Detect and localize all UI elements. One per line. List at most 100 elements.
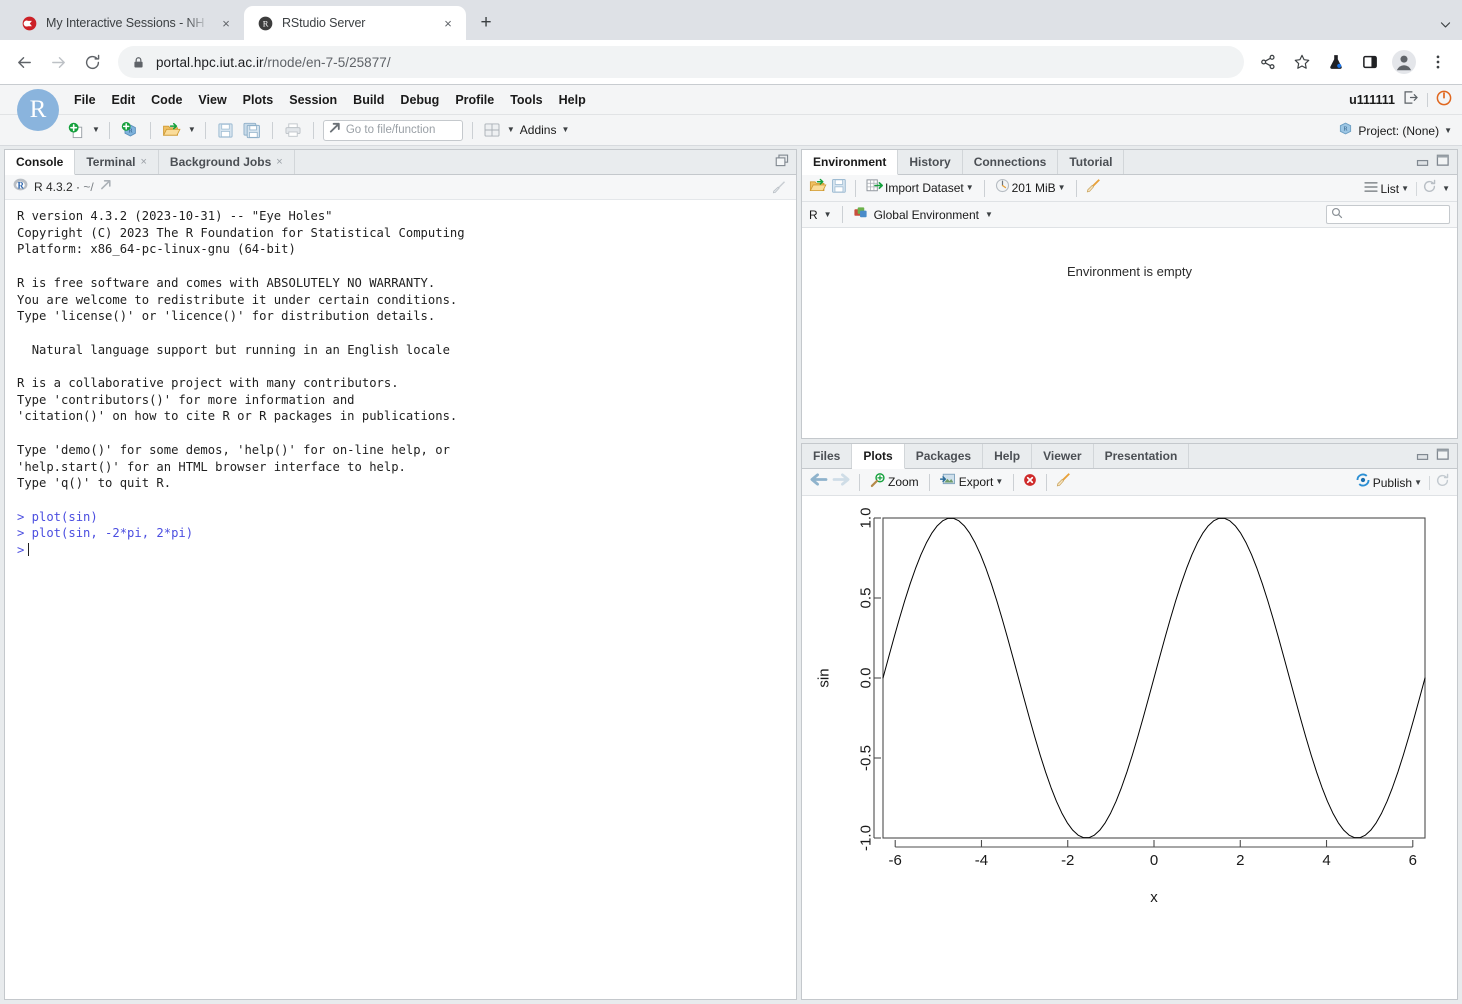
tab-files[interactable]: Files: [802, 444, 853, 468]
restore-pane-icon[interactable]: [775, 154, 789, 172]
save-all-icon[interactable]: [241, 119, 263, 141]
menu-code[interactable]: Code: [143, 85, 190, 115]
chevron-down-icon[interactable]: ▼: [188, 126, 196, 134]
export-button[interactable]: Export ▼: [938, 471, 1006, 493]
print-icon[interactable]: [282, 119, 304, 141]
close-icon[interactable]: ×: [140, 156, 146, 168]
rstudio-icon: R: [257, 15, 273, 31]
save-disk-icon[interactable]: [831, 178, 847, 199]
forward-icon[interactable]: [42, 46, 74, 78]
menu-build[interactable]: Build: [345, 85, 392, 115]
x-axis-label: x: [1150, 889, 1158, 906]
side-panel-icon[interactable]: [1354, 46, 1386, 78]
chevron-down-icon[interactable]: ▼: [985, 210, 993, 219]
menu-help[interactable]: Help: [551, 85, 594, 115]
console-output-line: R is free software and comes with ABSOLU…: [17, 275, 436, 290]
tab-packages[interactable]: Packages: [905, 444, 984, 468]
publish-button[interactable]: Publish ▼: [1353, 472, 1424, 494]
reload-icon[interactable]: [76, 46, 108, 78]
chevron-down-icon[interactable]: ▼: [1414, 478, 1422, 487]
open-file-icon[interactable]: [160, 119, 183, 141]
chevron-down-icon[interactable]: ▼: [824, 210, 832, 219]
broom-clear-icon[interactable]: [771, 179, 787, 200]
labs-beaker-icon[interactable]: [1320, 46, 1352, 78]
power-quit-icon[interactable]: [1436, 90, 1452, 111]
scope-selector-label[interactable]: Global Environment: [874, 208, 979, 222]
chevron-down-icon[interactable]: [1439, 18, 1452, 36]
tab-tutorial[interactable]: Tutorial: [1058, 150, 1125, 174]
maximize-pane-icon[interactable]: [1436, 154, 1450, 172]
chevron-down-icon[interactable]: ▼: [1401, 184, 1409, 193]
back-icon[interactable]: [8, 46, 40, 78]
address-bar[interactable]: portal.hpc.iut.ac.ir/rnode/en-7-5/25877/: [118, 46, 1244, 78]
menu-file[interactable]: File: [66, 85, 104, 115]
tab-plots[interactable]: Plots: [852, 444, 905, 469]
chevron-down-icon[interactable]: ▼: [966, 184, 974, 192]
broom-clear-icon[interactable]: [1085, 177, 1102, 199]
tab-terminal[interactable]: Terminal ×: [75, 150, 159, 174]
tab-label: Help: [994, 449, 1021, 463]
browser-tab-rstudio-server[interactable]: R RStudio Server ×: [244, 6, 466, 40]
new-tab-button[interactable]: +: [472, 9, 500, 37]
refresh-icon[interactable]: [1422, 179, 1437, 199]
console-output[interactable]: R version 4.3.2 (2023-10-31) -- "Eye Hol…: [5, 200, 796, 999]
chevron-down-icon[interactable]: ▼: [1058, 184, 1066, 192]
close-icon[interactable]: ×: [276, 156, 282, 168]
goto-file-function-input[interactable]: Go to file/function: [322, 119, 463, 141]
menu-profile[interactable]: Profile: [447, 85, 502, 115]
menu-debug[interactable]: Debug: [392, 85, 447, 115]
close-icon[interactable]: ×: [440, 15, 456, 31]
profile-avatar-icon[interactable]: [1388, 46, 1420, 78]
arrow-right-icon[interactable]: [832, 472, 851, 492]
tab-connections[interactable]: Connections: [963, 150, 1059, 174]
menu-tools[interactable]: Tools: [502, 85, 550, 115]
zoom-button[interactable]: Zoom: [868, 471, 921, 493]
view-mode-button[interactable]: List ▼: [1362, 178, 1411, 200]
tab-viewer[interactable]: Viewer: [1032, 444, 1094, 468]
browser-menu-icon[interactable]: [1422, 46, 1454, 78]
menu-plots[interactable]: Plots: [235, 85, 282, 115]
import-dataset-button[interactable]: Import Dataset ▼: [864, 177, 976, 199]
addins-label[interactable]: Addins: [520, 123, 557, 137]
y-tick-label: -0.5: [858, 745, 875, 771]
memory-usage-button[interactable]: 201 MiB ▼: [993, 177, 1068, 199]
tab-history[interactable]: History: [898, 150, 963, 174]
console-prompt[interactable]: >: [17, 542, 786, 559]
environment-search-input[interactable]: [1326, 205, 1450, 224]
new-file-icon[interactable]: [66, 119, 87, 141]
chevron-down-icon[interactable]: ▼: [1442, 184, 1450, 193]
bookmark-star-icon[interactable]: [1286, 46, 1318, 78]
chevron-down-icon[interactable]: ▼: [1444, 126, 1452, 135]
menu-view[interactable]: View: [190, 85, 234, 115]
close-icon[interactable]: ×: [218, 15, 234, 31]
menu-session[interactable]: Session: [281, 85, 345, 115]
plot-canvas[interactable]: -1.0 -0.5 0.0 0.5 1.0 -6 -4 -2 0 2 4 6 x sin: [802, 496, 1457, 999]
minimize-pane-icon[interactable]: [1416, 448, 1430, 466]
new-project-icon[interactable]: R: [119, 119, 141, 141]
menu-edit[interactable]: Edit: [104, 85, 144, 115]
chevron-down-icon[interactable]: ▼: [995, 478, 1003, 486]
browser-tab-interactive-sessions[interactable]: My Interactive Sessions - NH ×: [8, 6, 244, 40]
project-selector[interactable]: R Project: (None) ▼: [1338, 115, 1452, 146]
tab-background-jobs[interactable]: Background Jobs ×: [159, 150, 295, 174]
console-output-line: 'citation()' on how to cite R or R packa…: [17, 409, 458, 424]
minimize-pane-icon[interactable]: [1416, 154, 1430, 172]
tab-console[interactable]: Console: [5, 150, 76, 175]
tab-help[interactable]: Help: [983, 444, 1033, 468]
tab-presentation[interactable]: Presentation: [1094, 444, 1190, 468]
share-icon[interactable]: [1252, 46, 1284, 78]
remove-plot-icon[interactable]: [1022, 472, 1038, 493]
refresh-icon[interactable]: [1435, 473, 1450, 493]
sign-out-icon[interactable]: [1403, 90, 1419, 110]
open-folder-icon[interactable]: [809, 178, 827, 199]
chevron-down-icon[interactable]: ▼: [561, 126, 569, 134]
maximize-pane-icon[interactable]: [1436, 448, 1450, 466]
open-dir-arrow-icon[interactable]: [100, 178, 112, 196]
chevron-down-icon[interactable]: ▼: [92, 126, 100, 134]
save-icon[interactable]: [215, 119, 236, 141]
broom-clear-icon[interactable]: [1055, 471, 1072, 493]
workspace-panes-icon[interactable]: [482, 119, 502, 141]
language-selector-label[interactable]: R: [809, 208, 818, 222]
arrow-left-icon[interactable]: [809, 472, 828, 492]
chevron-down-icon[interactable]: ▼: [507, 126, 515, 134]
